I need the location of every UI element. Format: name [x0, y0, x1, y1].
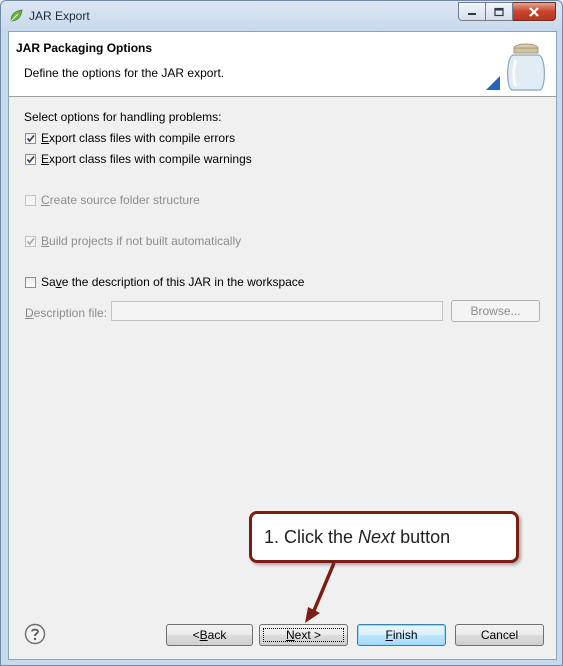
wizard-footer: < Back Next > Finish Cancel [9, 617, 556, 659]
instruction-callout: 1. Click the Next button [249, 511, 519, 563]
description-file-input[interactable] [111, 301, 443, 321]
dialog-client-area: JAR Packaging Options Define the options… [8, 31, 557, 660]
checkmark-icon [26, 155, 35, 163]
page-title: JAR Packaging Options [16, 41, 153, 55]
window-title: JAR Export [29, 9, 90, 23]
checkbox-box[interactable] [25, 132, 36, 144]
close-button[interactable] [513, 2, 556, 21]
problems-section-label: Select options for handling problems: [24, 110, 222, 124]
checkbox-label: Create source folder structure [41, 193, 200, 207]
maximize-button[interactable] [486, 2, 513, 21]
app-leaf-icon [10, 9, 23, 22]
checkmark-icon [26, 237, 35, 245]
page-description: Define the options for the JAR export. [24, 66, 225, 80]
wizard-header: JAR Packaging Options Define the options… [9, 32, 556, 97]
build-projects-checkbox[interactable]: Build projects if not built automaticall… [25, 233, 241, 249]
help-icon[interactable] [24, 623, 46, 645]
browse-button[interactable]: Browse... [451, 300, 540, 322]
checkbox-label: Build projects if not built automaticall… [41, 234, 242, 248]
maximize-icon [494, 7, 504, 16]
description-file-label: Description file: [25, 306, 108, 320]
checkbox-label: Export class files with compile errors [41, 131, 236, 145]
checkmark-icon [26, 134, 35, 142]
callout-arrow-icon [305, 563, 336, 623]
minimize-button[interactable] [458, 2, 486, 21]
callout-text: 1. Click the Next button [264, 526, 451, 547]
save-description-checkbox[interactable]: Save the description of this JAR in the … [25, 274, 304, 290]
window-controls [458, 2, 556, 21]
cancel-button[interactable]: Cancel [455, 624, 544, 646]
checkbox-box[interactable] [25, 194, 36, 206]
next-button[interactable]: Next > [259, 624, 348, 646]
close-icon [529, 6, 539, 17]
minimize-icon [468, 12, 476, 15]
checkbox-label: Save the description of this JAR in the … [41, 275, 305, 289]
back-button[interactable]: < Back [166, 624, 253, 646]
title-bar[interactable]: JAR Export [1, 1, 562, 31]
checkbox-box[interactable] [25, 276, 36, 288]
checkbox-box[interactable] [25, 235, 36, 247]
export-with-errors-checkbox[interactable]: Export class files with compile errors [25, 130, 235, 146]
jar-export-window: JAR Export JAR Packaging Options Define … [0, 0, 563, 666]
finish-button[interactable]: Finish [357, 624, 446, 646]
export-with-warnings-checkbox[interactable]: Export class files with compile warnings [25, 151, 252, 167]
jar-icon [486, 43, 545, 93]
create-source-folder-checkbox[interactable]: Create source folder structure [25, 192, 200, 208]
checkbox-label: Export class files with compile warnings [41, 152, 252, 166]
checkbox-box[interactable] [25, 153, 36, 165]
